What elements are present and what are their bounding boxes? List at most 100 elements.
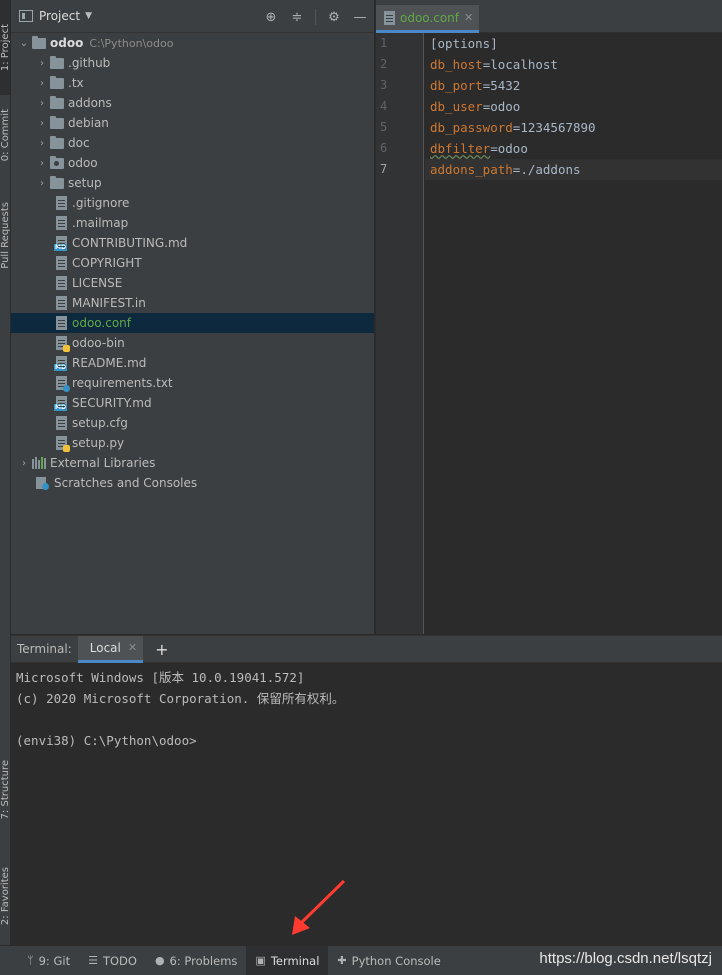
chevron-right-icon[interactable]: › — [34, 78, 50, 89]
minimize-icon[interactable]: — — [352, 9, 368, 25]
left-tool-stripe: 1: Project 0: Commit Pull Requests 7: St… — [0, 0, 11, 945]
tree-file[interactable]: COPYRIGHT — [11, 253, 374, 273]
code-line[interactable]: db_password=1234567890 — [425, 117, 722, 138]
text-file-icon — [56, 196, 67, 210]
tool-tab-problems[interactable]: ● 6: Problems — [146, 946, 246, 975]
folder-icon — [50, 75, 64, 89]
tool-tab-terminal[interactable]: ▣ Terminal — [246, 945, 329, 975]
tool-tab-git[interactable]: ᛘ 9: Git — [18, 946, 79, 975]
code-line[interactable]: dbfilter=odoo — [425, 138, 722, 159]
tree-root-odoo[interactable]: ⌄ odoo C:\Python\odoo — [11, 33, 374, 53]
tree-external-libraries[interactable]: › External Libraries — [11, 453, 374, 473]
tree-file[interactable]: SECURITY.md — [11, 393, 374, 413]
tree-scratches[interactable]: Scratches and Consoles — [11, 473, 374, 493]
chevron-down-icon[interactable]: ⌄ — [16, 38, 32, 49]
folder-icon — [50, 115, 64, 129]
tool-tab-project[interactable]: 1: Project — [0, 0, 10, 95]
tree-file[interactable]: README.md — [11, 353, 374, 373]
folder-icon — [50, 175, 64, 189]
python-icon: ✚ — [337, 954, 347, 967]
markdown-file-icon — [54, 396, 67, 411]
line-number: 2 — [380, 57, 388, 71]
tree-file[interactable]: odoo-bin — [11, 333, 374, 353]
tool-tab-commit[interactable]: 0: Commit — [0, 98, 10, 172]
library-icon — [32, 457, 46, 469]
text-file-icon — [384, 10, 395, 25]
git-branch-icon: ᛘ — [27, 954, 34, 967]
tool-tab-structure[interactable]: 7: Structure — [0, 745, 10, 835]
tree-file[interactable]: LICENSE — [11, 273, 374, 293]
python-file-icon — [56, 436, 70, 452]
tree-file[interactable]: MANIFEST.in — [11, 293, 374, 313]
terminal-line: (c) 2020 Microsoft Corporation. 保留所有权利。 — [16, 691, 345, 706]
text-file-icon — [56, 296, 67, 310]
chevron-right-icon[interactable]: › — [34, 158, 50, 169]
requirements-file-icon — [56, 376, 70, 392]
terminal-prompt[interactable]: (envi38) C:\Python\odoo> — [16, 730, 722, 751]
terminal-title: Terminal: — [17, 642, 72, 656]
chevron-right-icon[interactable]: › — [34, 58, 50, 69]
markdown-file-icon — [54, 236, 67, 251]
tree-file-selected[interactable]: odoo.conf — [11, 313, 374, 333]
tree-file[interactable]: CONTRIBUTING.md — [11, 233, 374, 253]
package-folder-icon — [50, 155, 64, 169]
tree-file[interactable]: setup.cfg — [11, 413, 374, 433]
code-line[interactable]: db_user=odoo — [425, 96, 722, 117]
tree-folder[interactable]: › debian — [11, 113, 374, 133]
tree-file[interactable]: .mailmap — [11, 213, 374, 233]
code-area[interactable]: [options] db_host=localhost db_port=5432… — [425, 33, 722, 634]
project-panel-header: Project ▼ ⊕ ≑ ⚙ — — [11, 0, 374, 33]
terminal-icon: ▣ — [255, 954, 266, 967]
text-file-icon — [56, 216, 67, 230]
tree-folder[interactable]: › odoo — [11, 153, 374, 173]
close-icon[interactable]: ✕ — [464, 11, 473, 24]
line-number: 3 — [380, 78, 388, 92]
project-window-icon — [19, 10, 33, 22]
tree-folder[interactable]: › addons — [11, 93, 374, 113]
line-number: 1 — [380, 36, 388, 50]
chevron-right-icon[interactable]: › — [16, 458, 32, 469]
line-number-current: 7 — [380, 162, 388, 176]
markdown-file-icon — [54, 356, 67, 371]
chevron-right-icon[interactable]: › — [34, 118, 50, 129]
chevron-right-icon[interactable]: › — [34, 178, 50, 189]
tree-file[interactable]: setup.py — [11, 433, 374, 453]
chevron-right-icon[interactable]: › — [34, 98, 50, 109]
tree-file[interactable]: .gitignore — [11, 193, 374, 213]
folder-icon — [32, 35, 46, 49]
tool-tab-pull-requests[interactable]: Pull Requests — [0, 186, 10, 284]
editor-tab-odoo-conf[interactable]: odoo.conf ✕ — [376, 5, 480, 33]
editor-panel: odoo.conf ✕ 1 2 3 4 5 6 7 [options] db_h… — [376, 0, 722, 634]
project-view-selector[interactable]: Project — [39, 9, 80, 23]
tree-folder[interactable]: › doc — [11, 133, 374, 153]
terminal-tab-local[interactable]: Local ✕ — [77, 635, 144, 663]
chevron-right-icon[interactable]: › — [34, 138, 50, 149]
watermark-url: https://blog.csdn.net/lsqtzj — [539, 950, 712, 967]
tool-tab-favorites[interactable]: 2: Favorites — [0, 852, 10, 940]
editor-tab-bar: odoo.conf ✕ — [376, 0, 722, 33]
new-terminal-plus-icon[interactable]: + — [155, 640, 168, 659]
close-icon[interactable]: ✕ — [128, 641, 137, 654]
tree-folder[interactable]: › .github — [11, 53, 374, 73]
code-line-current[interactable]: addons_path=./addons — [425, 159, 722, 180]
tree-file[interactable]: requirements.txt — [11, 373, 374, 393]
code-line[interactable]: [options] — [425, 33, 722, 54]
project-panel: Project ▼ ⊕ ≑ ⚙ — ⌄ odoo C:\Python\odoo … — [11, 0, 375, 634]
chevron-down-icon[interactable]: ▼ — [85, 11, 92, 21]
collapse-all-icon[interactable]: ≑ — [289, 9, 305, 25]
text-file-icon — [56, 416, 67, 430]
terminal-output[interactable]: Microsoft Windows [版本 10.0.19041.572] (c… — [11, 663, 722, 751]
code-line[interactable]: db_host=localhost — [425, 54, 722, 75]
line-number: 5 — [380, 120, 388, 134]
code-line[interactable]: db_port=5432 — [425, 75, 722, 96]
tool-tab-todo[interactable]: ☰ TODO — [79, 946, 146, 975]
locate-target-icon[interactable]: ⊕ — [263, 9, 279, 25]
folder-icon — [50, 135, 64, 149]
annotation-arrow-icon — [292, 879, 346, 935]
gear-icon[interactable]: ⚙ — [326, 9, 342, 25]
tool-tab-python-console[interactable]: ✚ Python Console — [328, 946, 449, 975]
tree-folder[interactable]: › .tx — [11, 73, 374, 93]
tree-folder[interactable]: › setup — [11, 173, 374, 193]
scratches-icon — [36, 476, 50, 490]
